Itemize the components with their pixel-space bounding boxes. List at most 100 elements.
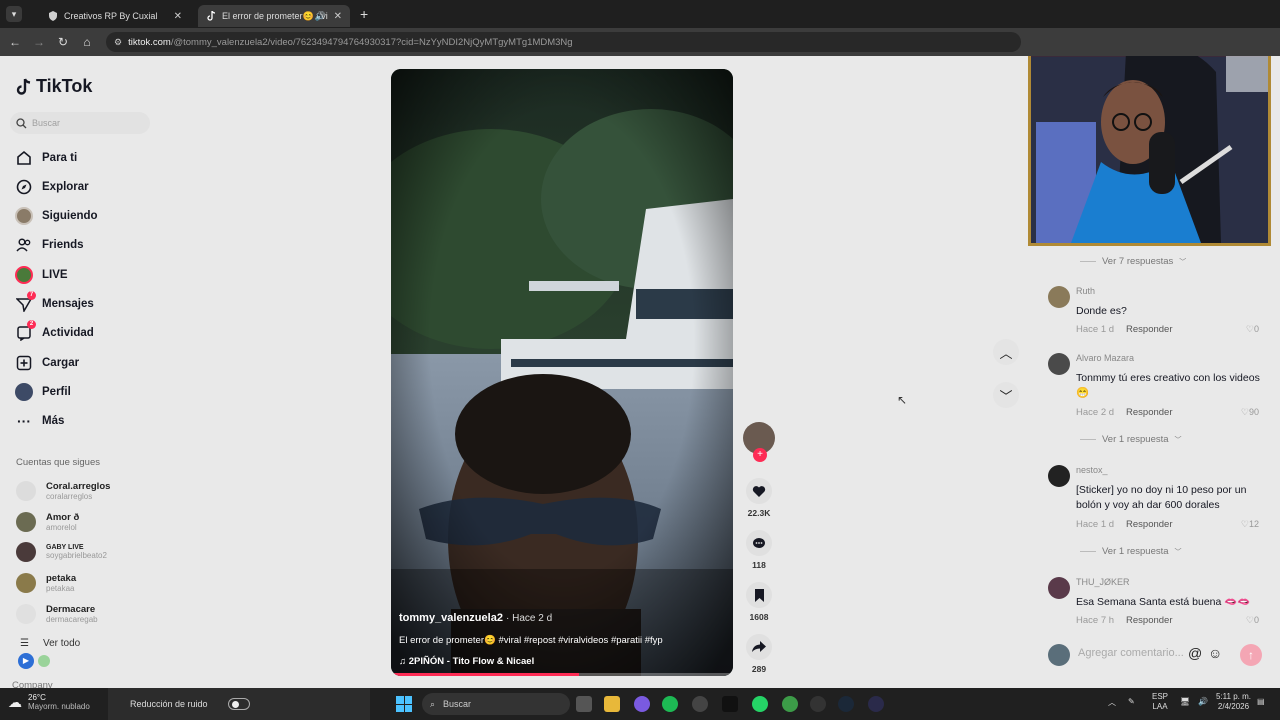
reply-button[interactable]: Responder [1126, 324, 1172, 335]
nav-mas[interactable]: ··· Más [14, 410, 64, 432]
site-info-icon[interactable]: ⚙ [114, 37, 122, 48]
video-music[interactable]: ♫ 2PIÑÓN - Tito Flow & Nicael [399, 656, 534, 667]
whatsapp-icon[interactable] [752, 696, 768, 712]
close-tab-icon[interactable]: ✕ [334, 11, 342, 22]
comment-user[interactable]: THU_JØKER [1076, 577, 1130, 587]
forward-icon[interactable]: → [27, 35, 51, 49]
comment-button[interactable]: 118 [742, 530, 776, 570]
noise-reduction-toggle[interactable] [228, 698, 250, 710]
send-comment-button[interactable]: ↑ [1240, 644, 1262, 666]
video-time: · Hace 2 d [506, 613, 553, 624]
avatar [16, 604, 36, 624]
following-account[interactable]: Dermacare dermacaregab [16, 601, 98, 627]
url-path: /@tommy_valenzuela2/video/76234947947649… [170, 36, 573, 48]
comment-user[interactable]: Ruth [1076, 286, 1095, 296]
avatar[interactable] [1048, 353, 1070, 375]
app-icon[interactable] [868, 696, 884, 712]
reply-button[interactable]: Responder [1126, 407, 1172, 418]
avatar[interactable] [1048, 577, 1070, 599]
like-button[interactable]: 22.3K [742, 478, 776, 518]
notification-icon[interactable]: ▤ [1257, 697, 1265, 707]
mention-icon[interactable]: @ [1188, 645, 1202, 661]
following-account[interactable]: Amor ð amorelol [16, 509, 79, 535]
author-avatar-button[interactable]: + [742, 422, 776, 462]
play-icon[interactable]: ▶ [18, 653, 34, 669]
chevron-up-icon[interactable]: ︿ [1108, 698, 1116, 708]
nav-perfil[interactable]: Perfil [14, 381, 71, 403]
nav-cargar[interactable]: Cargar [14, 352, 79, 374]
steam-icon[interactable] [838, 696, 854, 712]
reply-button[interactable]: Responder [1126, 519, 1172, 530]
discord-icon[interactable] [634, 696, 650, 712]
heart-outline-icon: ♡ [1240, 519, 1249, 529]
weather-widget[interactable]: ☁ 26°C Mayorm. nublado [8, 693, 90, 711]
see-all-link[interactable]: ☰ Ver todo [20, 638, 80, 649]
nav-actividad[interactable]: 2 Actividad [14, 320, 94, 344]
nav-siguiendo[interactable]: Siguiendo [14, 205, 98, 227]
search-input[interactable]: Buscar [10, 112, 150, 134]
comment-text: Esa Semana Santa está buena 🫦🫦 [1076, 596, 1251, 608]
app-icon[interactable] [810, 696, 826, 712]
video-player[interactable]: tommy_valenzuela2 · Hace 2 d El error de… [391, 69, 733, 676]
language-indicator[interactable]: ESP LAA [1152, 692, 1168, 712]
speaker-icon[interactable]: 🔊 [315, 11, 326, 22]
browser-tab[interactable]: Creativos RP By Cuxial ✕ [40, 5, 190, 27]
account-name: Amor ð [46, 512, 80, 523]
file-explorer-icon[interactable] [604, 696, 620, 712]
video-progress-bar[interactable] [391, 673, 733, 676]
home-icon[interactable]: ⌂ [75, 35, 99, 49]
share-button[interactable]: 289 [742, 634, 776, 674]
volume-icon[interactable]: 🔊 [1198, 697, 1208, 707]
comment-like-button[interactable]: ♡90 [1241, 407, 1259, 418]
company-link[interactable]: Company [12, 680, 53, 688]
capcut-icon[interactable] [722, 696, 738, 712]
new-tab-icon[interactable]: + [360, 6, 368, 22]
spotify-icon[interactable] [662, 696, 678, 712]
back-icon[interactable]: ← [3, 35, 27, 49]
following-account[interactable]: Coral.arreglos coralarreglos [16, 478, 110, 504]
clock[interactable]: 5:11 p. m. 2/4/2026 [1216, 692, 1251, 712]
pen-icon[interactable]: ✎ [1128, 697, 1135, 707]
nav-explorar[interactable]: Explorar [14, 176, 89, 198]
tab-list-dropdown-icon[interactable]: ▾ [6, 6, 22, 22]
avatar[interactable] [1048, 465, 1070, 487]
following-account[interactable]: GABY LIVE soygabrielbeato2 [16, 539, 107, 565]
tiktok-logo[interactable]: TikTok [16, 76, 92, 97]
comment-like-button[interactable]: ♡12 [1241, 519, 1259, 530]
previous-video-button[interactable]: ︿ [993, 339, 1019, 365]
nav-para-ti[interactable]: Para ti [14, 147, 77, 169]
obs-icon[interactable] [692, 696, 708, 712]
view-replies-button[interactable]: Ver 1 respuesta ﹀ [1080, 434, 1182, 445]
nav-friends[interactable]: Friends [14, 234, 84, 256]
divider-line [1080, 261, 1096, 262]
arrow-up-icon: ↑ [1248, 648, 1254, 662]
follow-plus-icon[interactable]: + [753, 448, 767, 462]
next-video-button[interactable]: ﹀ [993, 382, 1019, 408]
chrome-icon[interactable] [782, 696, 798, 712]
windows-start-icon[interactable] [396, 696, 412, 712]
taskbar-search[interactable]: ⌕ Buscar [422, 693, 570, 715]
activity-badge: 2 [27, 320, 36, 329]
following-account[interactable]: petaka petakaa [16, 570, 76, 596]
avatar[interactable] [1048, 286, 1070, 308]
comment-user[interactable]: Alvaro Mazara [1076, 353, 1134, 363]
save-button[interactable]: 1608 [742, 582, 776, 622]
view-replies-button[interactable]: Ver 7 respuestas ﹀ [1080, 256, 1186, 267]
nav-live[interactable]: LIVE [14, 264, 68, 286]
task-view-icon[interactable] [576, 696, 592, 712]
emoji-icon[interactable]: ☺ [1208, 645, 1222, 661]
close-tab-icon[interactable]: ✕ [174, 11, 182, 22]
video-author[interactable]: tommy_valenzuela2 · Hace 2 d [399, 612, 552, 624]
reload-icon[interactable]: ↻ [51, 35, 75, 49]
comment-input[interactable]: Agregar comentario... [1078, 647, 1184, 659]
browser-tab-active[interactable]: El error de prometer😊 #vi 🔊 ✕ [198, 5, 350, 27]
comment-user[interactable]: nestox_ [1076, 465, 1108, 475]
comment-like-button[interactable]: ♡0 [1246, 324, 1259, 335]
comment-like-button[interactable]: ♡0 [1246, 615, 1259, 626]
reply-button[interactable]: Responder [1126, 615, 1172, 626]
address-bar[interactable]: ⚙ tiktok.com /@tommy_valenzuela2/video/7… [106, 32, 1021, 52]
network-icon[interactable]: 🖥 [1180, 697, 1190, 707]
view-replies-button[interactable]: Ver 1 respuesta ﹀ [1080, 546, 1182, 557]
avatar [16, 512, 36, 532]
nav-mensajes[interactable]: 7 Mensajes [14, 291, 94, 315]
